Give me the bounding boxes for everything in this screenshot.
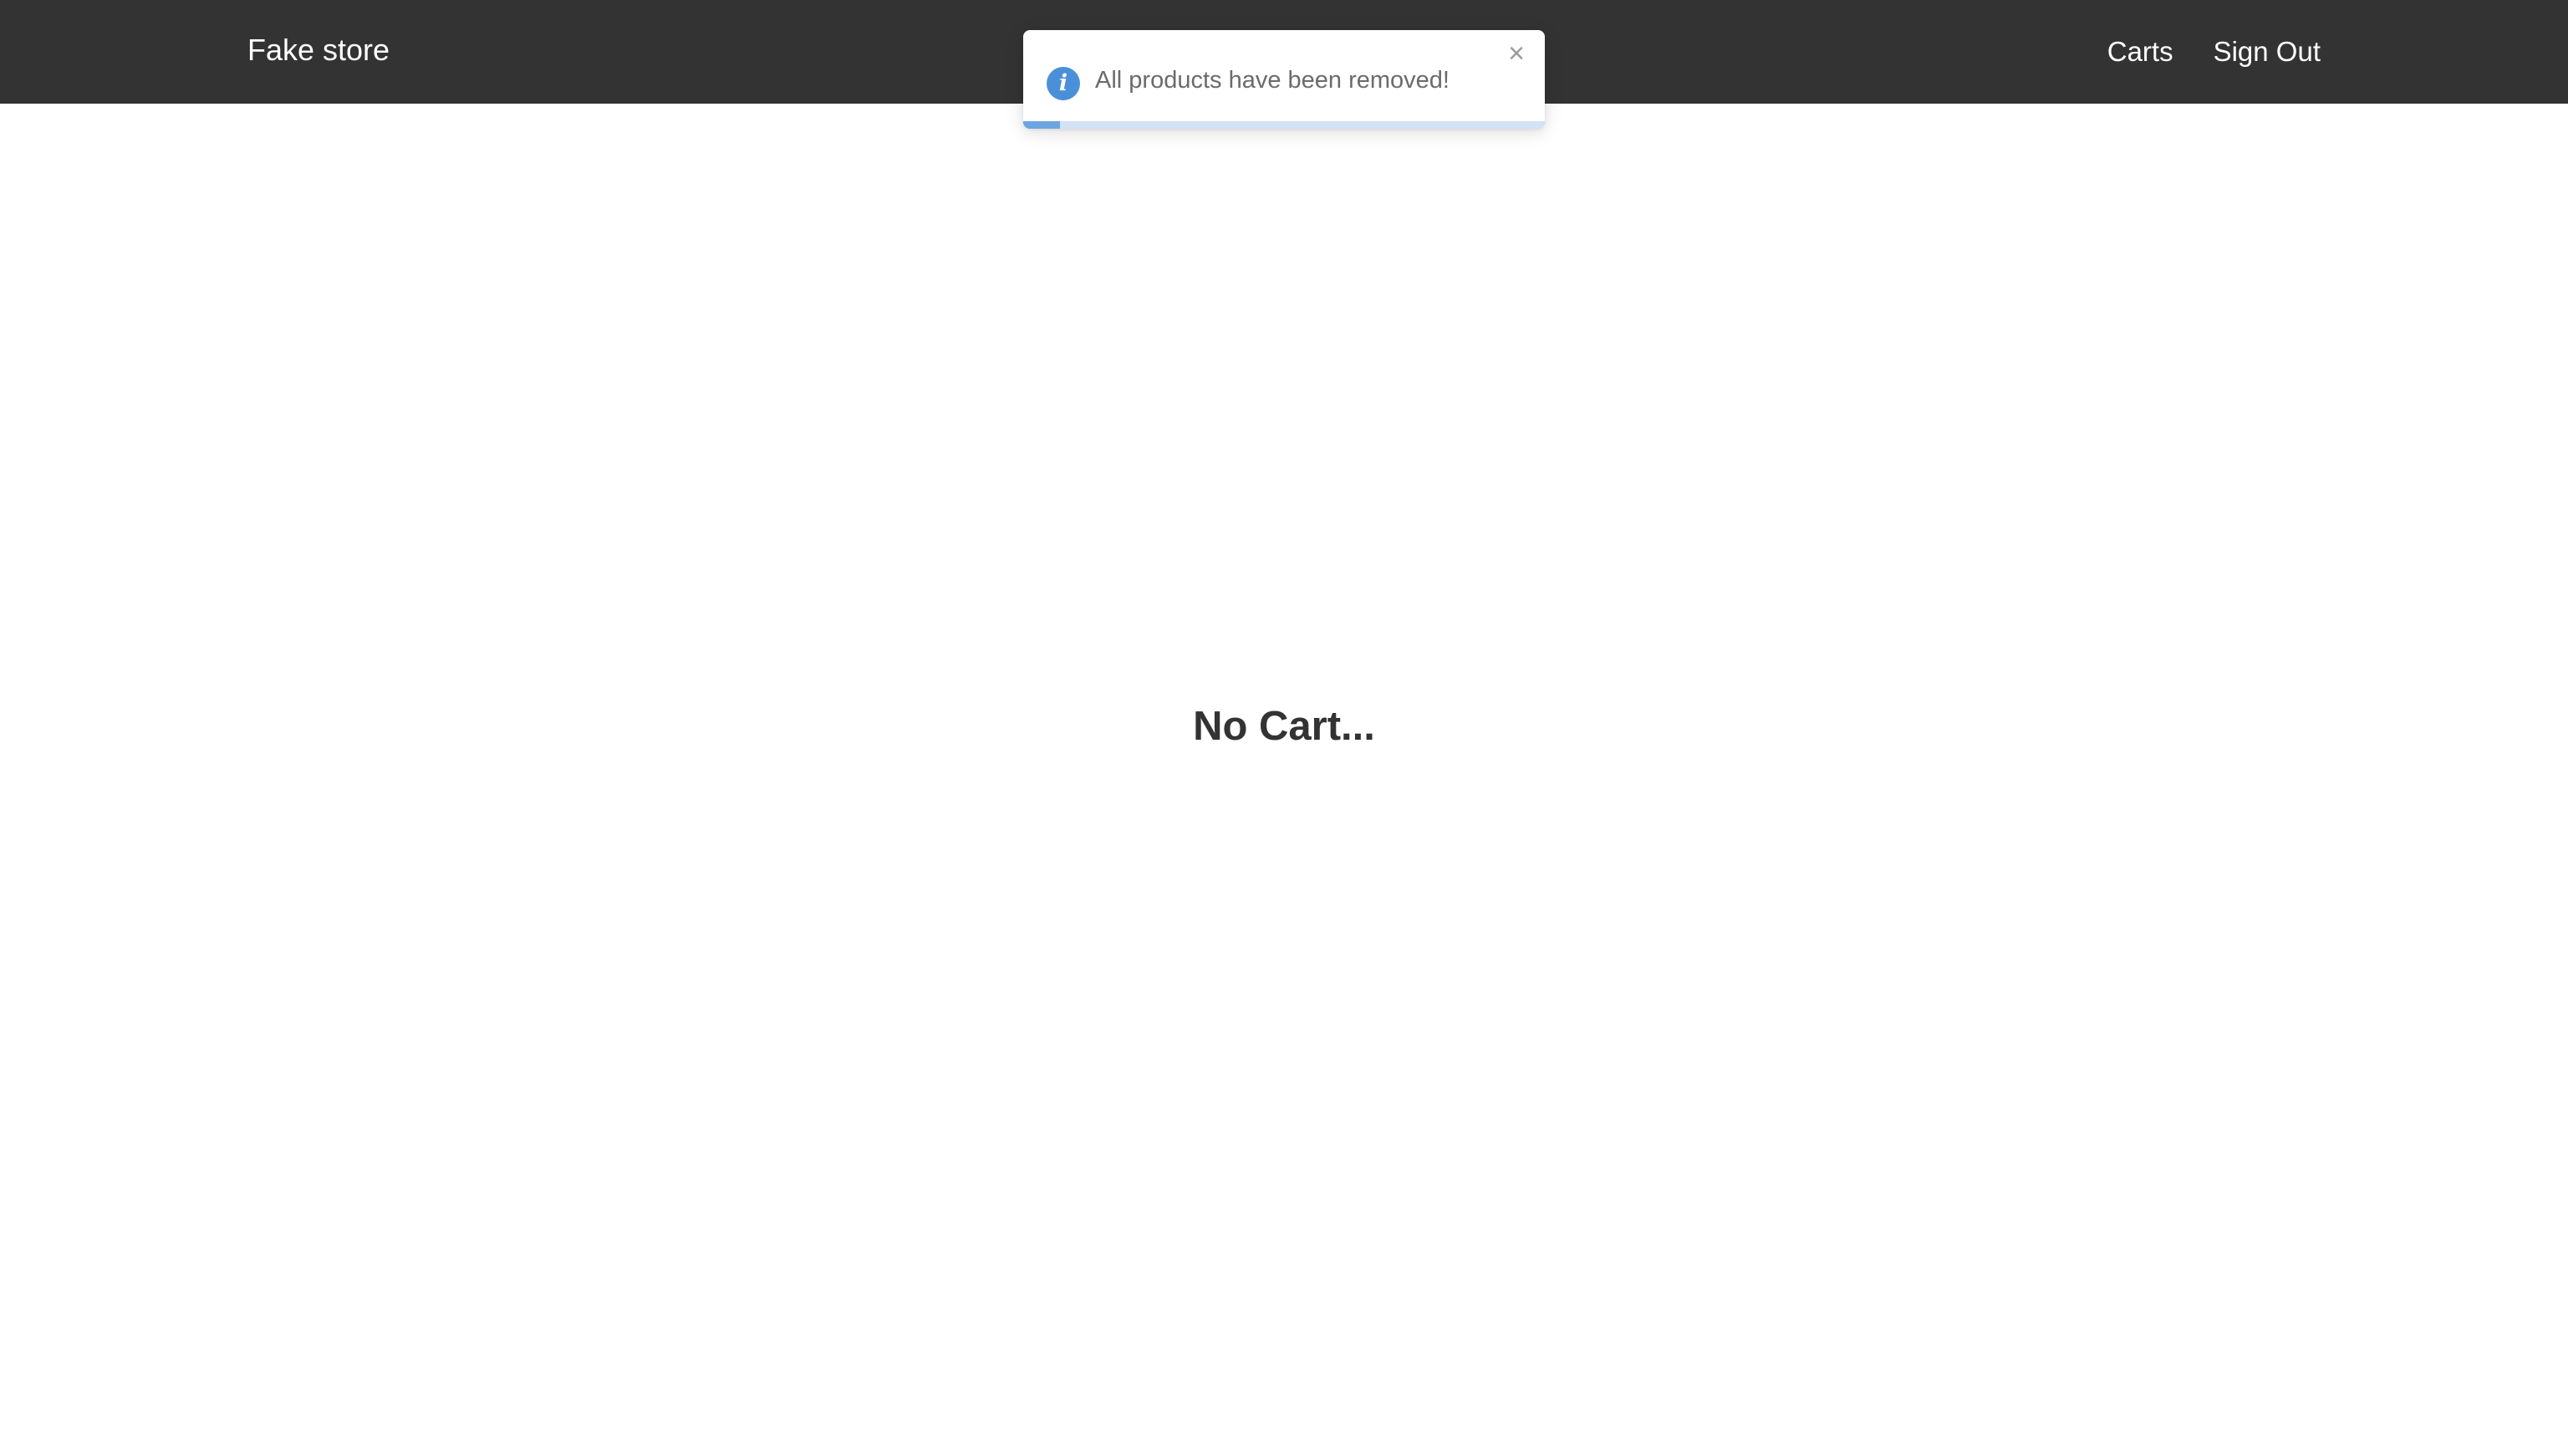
toast-message: All products have been removed! <box>1095 67 1450 94</box>
toast-notification: i All products have been removed! × <box>1023 30 1545 129</box>
toast-progress-bar <box>1023 121 1060 129</box>
toast-progress-track <box>1023 121 1545 129</box>
nav-links: Carts Sign Out <box>2107 0 2321 104</box>
close-icon[interactable]: × <box>1503 39 1530 68</box>
empty-cart-message: No Cart... <box>1193 704 1375 749</box>
nav-link-sign-out[interactable]: Sign Out <box>2214 2 2321 102</box>
nav-link-carts[interactable]: Carts <box>2107 2 2173 102</box>
brand-logo-link[interactable]: Fake store <box>247 0 390 104</box>
info-icon: i <box>1047 67 1080 100</box>
